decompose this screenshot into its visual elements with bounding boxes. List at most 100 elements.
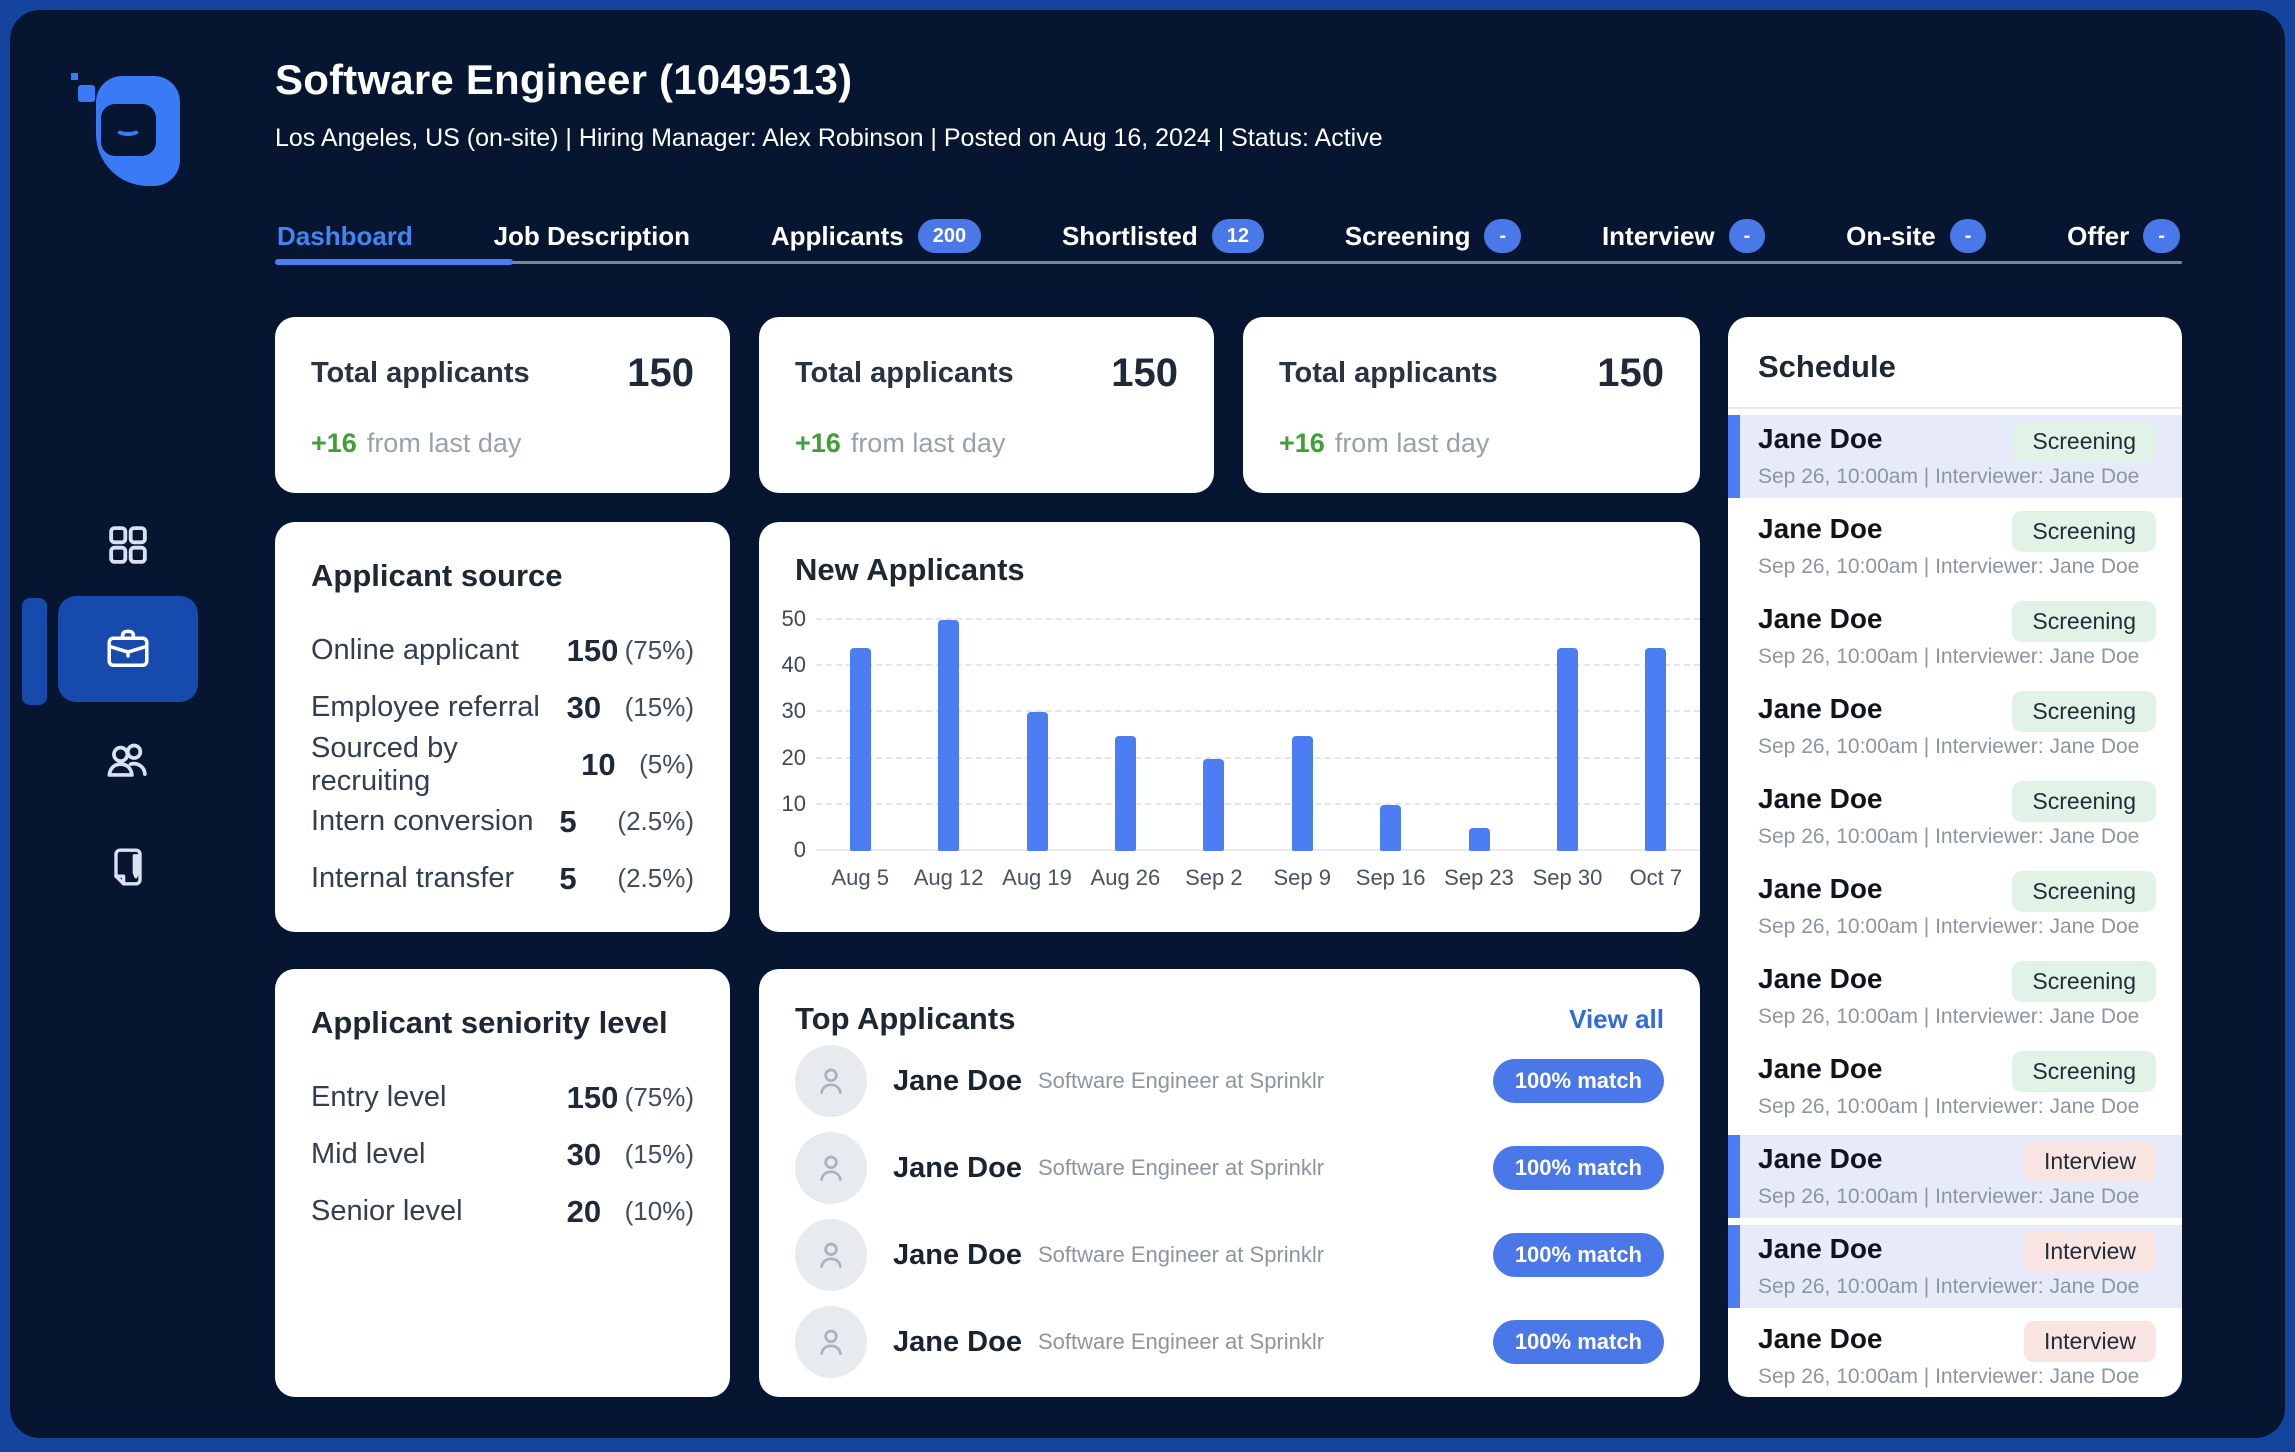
schedule-list: Jane Doe Screening Sep 26, 10:00am | Int…: [1728, 409, 2182, 1397]
schedule-detail: Sep 26, 10:00am | Interviewer: Jane Doe: [1758, 1185, 2140, 1208]
card-title: Applicant seniority level: [311, 1005, 668, 1040]
schedule-item[interactable]: Jane Doe Screening Sep 26, 10:00am | Int…: [1728, 775, 2182, 858]
sidebar-item-overview[interactable]: [58, 493, 198, 599]
tab-count-badge: 200: [917, 219, 982, 253]
stat-title: Total applicants: [311, 357, 530, 389]
seniority-row: Mid level 30 (15%): [311, 1126, 694, 1183]
schedule-name: Jane Doe: [1758, 603, 1883, 634]
schedule-detail: Sep 26, 10:00am | Interviewer: Jane Doe: [1758, 465, 2140, 488]
bar-sep-2: [1203, 758, 1225, 851]
schedule-name: Jane Doe: [1758, 873, 1883, 904]
schedule-item[interactable]: Jane Doe Screening Sep 26, 10:00am | Int…: [1728, 865, 2182, 948]
y-axis-tick: 50: [781, 606, 806, 631]
applicant-row[interactable]: Jane Doe Software Engineer at Sprinklr 1…: [795, 1212, 1664, 1298]
applicant-row[interactable]: Jane Doe Software Engineer at Sprinklr 1…: [795, 1299, 1664, 1385]
stat-value: 150: [1111, 351, 1178, 395]
tab-dashboard[interactable]: Dashboard: [275, 221, 415, 252]
stat-delta: +16: [795, 428, 841, 458]
app-logo[interactable]: [66, 68, 182, 190]
sidebar-item-documents[interactable]: [58, 815, 198, 921]
y-axis-tick: 0: [793, 837, 806, 862]
tab-label: Job Description: [493, 220, 691, 251]
seniority-pct: (10%): [624, 1196, 694, 1226]
tab-shortlisted[interactable]: Shortlisted 12: [1060, 219, 1266, 253]
applicant-name: Jane Doe: [893, 1151, 1022, 1184]
schedule-item[interactable]: Jane Doe Interview Sep 26, 10:00am | Int…: [1728, 1225, 2182, 1308]
y-axis-tick: 30: [781, 698, 806, 724]
tab-offer[interactable]: Offer -: [2065, 219, 2182, 253]
stage-badge: Screening: [2012, 691, 2156, 732]
schedule-detail: Sep 26, 10:00am | Interviewer: Jane Doe: [1758, 825, 2140, 848]
source-value: 150: [566, 632, 619, 668]
grid-icon: [105, 522, 151, 571]
source-value: 5: [559, 803, 577, 839]
schedule-name: Jane Doe: [1758, 963, 1883, 994]
applicant-role: Software Engineer at Sprinklr: [1037, 1068, 1325, 1093]
page-title: Software Engineer (1049513): [275, 56, 853, 103]
bar-series: [816, 620, 1700, 851]
seniority-row: Entry level 150 (75%): [311, 1069, 694, 1126]
y-axis-tick: 20: [781, 744, 806, 770]
source-label: Sourced by recruiting: [311, 731, 458, 797]
schedule-item[interactable]: Jane Doe Interview Sep 26, 10:00am | Int…: [1728, 1135, 2182, 1218]
tab-count-badge: -: [1728, 219, 1766, 253]
stat-value: 150: [627, 351, 694, 395]
applicant-role: Software Engineer at Sprinklr: [1037, 1329, 1325, 1354]
view-all-link[interactable]: View all: [1569, 1004, 1664, 1035]
schedule-item[interactable]: Jane Doe Screening Sep 26, 10:00am | Int…: [1728, 505, 2182, 588]
stat-title: Total applicants: [795, 357, 1014, 389]
stat-card-total-applicants-1: Total applicants 150 +16 from last day: [275, 317, 730, 493]
card-title: Top Applicants: [795, 1001, 1016, 1036]
schedule-detail: Sep 26, 10:00am | Interviewer: Jane Doe: [1758, 555, 2140, 578]
applicant-row[interactable]: Jane Doe Software Engineer at Sprinklr 1…: [795, 1125, 1664, 1211]
bar-oct-7: [1645, 647, 1667, 851]
x-axis-tick: Sep 30: [1532, 865, 1603, 890]
tab-onsite[interactable]: On-site -: [1844, 219, 1988, 253]
source-pct: (5%): [639, 749, 694, 779]
x-axis-tick: Sep 23: [1444, 865, 1514, 890]
tab-count-badge: -: [2143, 219, 2180, 253]
schedule-item[interactable]: Jane Doe Screening Sep 26, 10:00am | Int…: [1728, 415, 2182, 498]
schedule-item[interactable]: Jane Doe Screening Sep 26, 10:00am | Int…: [1728, 1045, 2182, 1128]
x-axis-tick: Aug 12: [913, 865, 984, 890]
seniority-row: Senior level 20 (10%): [311, 1183, 694, 1240]
source-row: Sourced by recruiting 10 (5%): [311, 732, 694, 797]
schedule-name: Jane Doe: [1758, 693, 1883, 724]
people-icon: [102, 734, 154, 789]
x-axis-tick: Aug 26: [1090, 865, 1161, 890]
tab-label: Interview: [1601, 220, 1715, 251]
match-badge: 100% match: [1492, 1320, 1664, 1364]
schedule-name: Jane Doe: [1758, 1053, 1883, 1084]
source-value: 5: [559, 860, 577, 896]
schedule-item[interactable]: Jane Doe Screening Sep 26, 10:00am | Int…: [1728, 955, 2182, 1038]
tab-count-badge: -: [1484, 219, 1522, 253]
stage-tabs: Dashboard Job Description Applicants 200…: [275, 210, 2182, 265]
stage-badge: Screening: [2012, 1051, 2156, 1092]
tabs-rule: [275, 261, 2182, 264]
tab-job-description[interactable]: Job Description: [492, 221, 692, 252]
bar-sep-16: [1380, 804, 1402, 851]
seniority-label: Mid level: [311, 1138, 426, 1170]
seniority-value: 150: [566, 1079, 619, 1115]
tab-applicants[interactable]: Applicants 200: [769, 219, 983, 253]
source-value: 30: [566, 689, 602, 725]
applicant-row[interactable]: Jane Doe Software Engineer at Sprinklr 1…: [795, 1038, 1664, 1124]
schedule-name: Jane Doe: [1758, 423, 1883, 454]
active-nav-notch: [22, 598, 47, 705]
sidebar-item-jobs[interactable]: [58, 596, 198, 702]
schedule-name: Jane Doe: [1758, 513, 1883, 544]
schedule-item[interactable]: Jane Doe Interview Sep 26, 10:00am | Int…: [1728, 1315, 2182, 1397]
schedule-detail: Sep 26, 10:00am | Interviewer: Jane Doe: [1758, 1095, 2140, 1118]
tab-label: Screening: [1344, 220, 1471, 251]
schedule-item[interactable]: Jane Doe Screening Sep 26, 10:00am | Int…: [1728, 595, 2182, 678]
match-badge: 100% match: [1492, 1146, 1664, 1190]
sidebar-item-candidates[interactable]: [58, 708, 198, 814]
card-title: Schedule: [1758, 349, 1896, 384]
seniority-label: Senior level: [311, 1195, 463, 1227]
schedule-item[interactable]: Jane Doe Screening Sep 26, 10:00am | Int…: [1728, 685, 2182, 768]
bar-sep-30: [1556, 647, 1578, 851]
applicant-source-card: Applicant source Online applicant 150 (7…: [275, 522, 730, 932]
applicant-name: Jane Doe: [893, 1238, 1022, 1271]
tab-screening[interactable]: Screening -: [1343, 219, 1523, 253]
tab-interview[interactable]: Interview -: [1600, 219, 1767, 253]
